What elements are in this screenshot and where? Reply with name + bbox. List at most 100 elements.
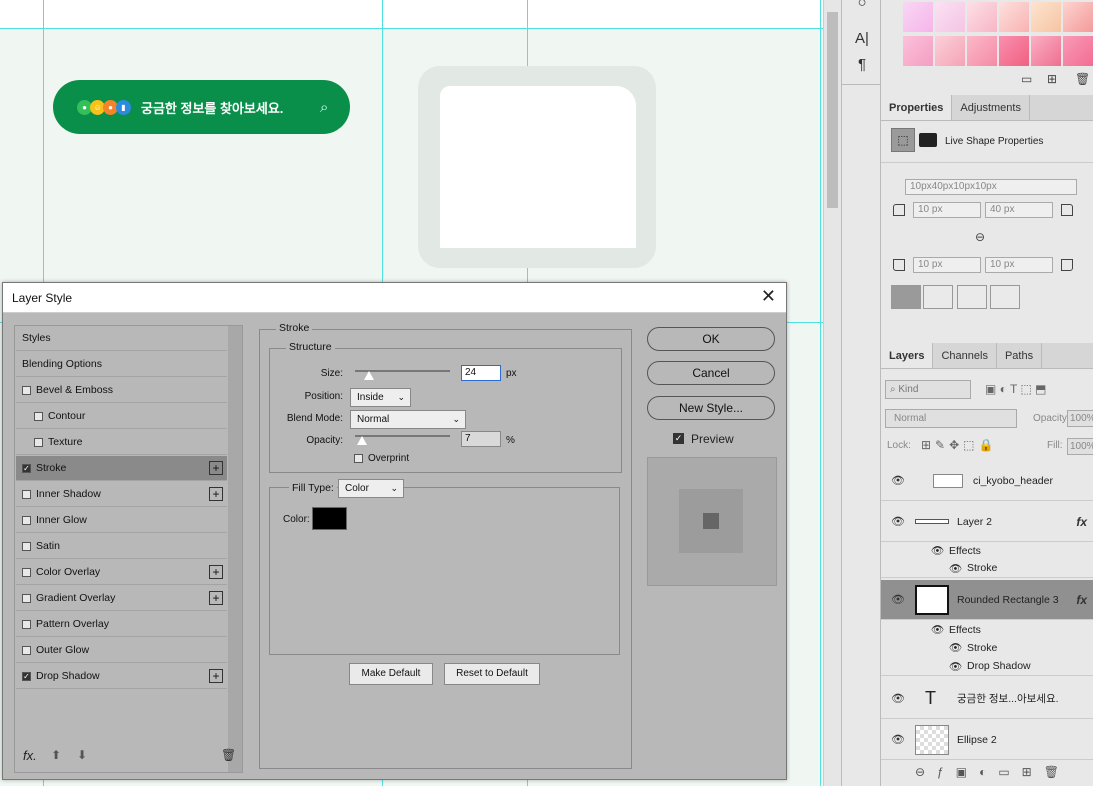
add-style-instance-button[interactable]: + [209,565,223,579]
tab-properties[interactable]: Properties [881,95,953,120]
paragraph-panel-icon[interactable]: ¶ [842,56,882,73]
style-checkbox[interactable]: ✓ [22,672,31,681]
add-style-instance-button[interactable]: + [209,669,223,683]
style-item[interactable]: Outer Glow [16,638,227,663]
trash-icon[interactable]: 🗑 [221,748,236,762]
eye-icon[interactable]: 👁 [891,593,905,606]
close-icon[interactable]: ✕ [761,286,776,307]
layer-row-layer-2[interactable]: 👁 Layer 2 fx [881,502,1093,542]
style-item[interactable]: Inner Shadow + [16,482,227,507]
eye-icon[interactable]: 👁 [931,623,944,636]
radius-top-right-field[interactable]: 40 px [985,202,1053,218]
style-item[interactable]: ✓ Stroke + [16,456,227,481]
layer-row-text[interactable]: 👁 T 궁금한 정보...아보세요. [881,679,1093,719]
eye-icon[interactable]: 👁 [949,562,962,575]
fx-icon[interactable]: fx. [23,748,37,763]
circle-icon[interactable]: ○ [842,0,882,11]
effects-row[interactable]: 👁 Effects [881,541,1093,560]
add-style-instance-button[interactable]: + [209,461,223,475]
layer-row-ci-kyobo-header[interactable]: 👁 ci_kyobo_header [881,461,1093,501]
swatch[interactable] [935,36,965,66]
stroke-color-swatch[interactable] [312,507,347,530]
shape-props-icon[interactable]: ⬚ [891,128,915,152]
swatch[interactable] [1031,2,1061,32]
style-item[interactable]: Blending Options [16,352,227,377]
canvas-scrollbar[interactable] [823,0,841,786]
mask-icon[interactable] [919,133,937,147]
add-style-instance-button[interactable]: + [209,487,223,501]
add-style-instance-button[interactable]: + [209,591,223,605]
style-item[interactable]: Gradient Overlay + [16,586,227,611]
intersect-shape-button[interactable] [957,285,987,309]
move-down-icon[interactable]: ⬇ [77,748,87,762]
style-checkbox[interactable] [22,542,31,551]
swatch[interactable] [1031,36,1061,66]
new-swatch-icon[interactable]: ⊞ [1047,72,1057,86]
radius-bottom-left-field[interactable]: 10 px [913,257,981,273]
style-checkbox[interactable] [22,594,31,603]
style-checkbox[interactable] [22,490,31,499]
swatch[interactable] [967,36,997,66]
style-item[interactable]: Contour [16,404,227,429]
swatch[interactable] [967,2,997,32]
layers-footer-icons[interactable]: ⊖ƒ▣◐▭⊞🗑 [881,762,1093,786]
folder-icon[interactable]: ▭ [1021,72,1032,86]
style-item[interactable]: Pattern Overlay [16,612,227,637]
swatch[interactable] [1063,2,1093,32]
subtract-shape-button[interactable] [923,285,953,309]
radius-summary-field[interactable]: 10px40px10px10px [905,179,1077,195]
blend-mode-select[interactable]: Normal ⌄ [350,410,466,429]
style-item[interactable]: Satin [16,534,227,559]
tab-layers[interactable]: Layers [881,343,934,368]
eye-icon[interactable]: 👁 [931,544,944,557]
eye-icon[interactable]: 👁 [891,515,905,528]
filter-icons[interactable]: ▣ ◐ T ⬚ ⬒ [985,382,1047,396]
opacity-slider[interactable] [355,435,450,437]
combine-shapes-button[interactable] [891,285,921,309]
eye-icon[interactable]: 👁 [949,641,962,654]
swatch[interactable] [999,2,1029,32]
style-checkbox[interactable] [22,646,31,655]
eye-icon[interactable]: 👁 [949,660,962,673]
eye-icon[interactable]: 👁 [891,733,905,746]
style-item[interactable]: Styles [16,326,227,351]
fx-icon[interactable]: fx [1076,593,1087,607]
link-icon[interactable]: ⊖ [975,230,985,244]
ok-button[interactable]: OK [647,327,775,351]
scrollbar-thumb[interactable] [827,12,838,208]
move-up-icon[interactable]: ⬆ [51,748,61,762]
layer-row-rounded-rectangle-3[interactable]: 👁 Rounded Rectangle 3 fx [881,580,1093,620]
stroke-effect-row[interactable]: 👁 Stroke [881,638,1093,657]
swatch[interactable] [935,2,965,32]
exclude-shape-button[interactable] [990,285,1020,309]
kind-filter-select[interactable]: ⌕ Kind [885,380,971,399]
style-checkbox[interactable] [22,386,31,395]
swatch[interactable] [1063,36,1093,66]
radius-bottom-right-field[interactable]: 10 px [985,257,1053,273]
style-checkbox[interactable] [34,412,43,421]
style-item[interactable]: Color Overlay + [16,560,227,585]
eye-icon[interactable]: 👁 [891,474,905,487]
layer-row-ellipse-2[interactable]: 👁 Ellipse 2 [881,720,1093,760]
tab-channels[interactable]: Channels [933,343,997,368]
style-checkbox[interactable]: ✓ [22,464,31,473]
make-default-button[interactable]: Make Default [349,663,433,685]
trash-icon[interactable]: 🗑 [1075,72,1090,86]
style-checkbox[interactable] [34,438,43,447]
cancel-button[interactable]: Cancel [647,361,775,385]
style-checkbox[interactable] [22,568,31,577]
tab-paths[interactable]: Paths [997,343,1043,368]
preview-checkbox[interactable]: ✓ [673,433,684,444]
radius-top-left-field[interactable]: 10 px [913,202,981,218]
tab-adjustments[interactable]: Adjustments [952,95,1030,120]
character-panel-icon[interactable]: A| [842,30,882,47]
effects-row[interactable]: 👁 Effects [881,620,1093,639]
blend-mode-select[interactable]: Normal [885,409,1017,428]
new-style-button[interactable]: New Style... [647,396,775,420]
opacity-field[interactable]: 100% [1067,410,1093,427]
size-input[interactable]: 24 [461,365,501,381]
stroke-effect-row[interactable]: 👁 Stroke [881,559,1093,578]
fill-type-select[interactable]: Color ⌄ [338,479,404,498]
style-checkbox[interactable] [22,620,31,629]
lock-icons[interactable]: ⊞✎✥⬚🔒 [921,438,997,452]
